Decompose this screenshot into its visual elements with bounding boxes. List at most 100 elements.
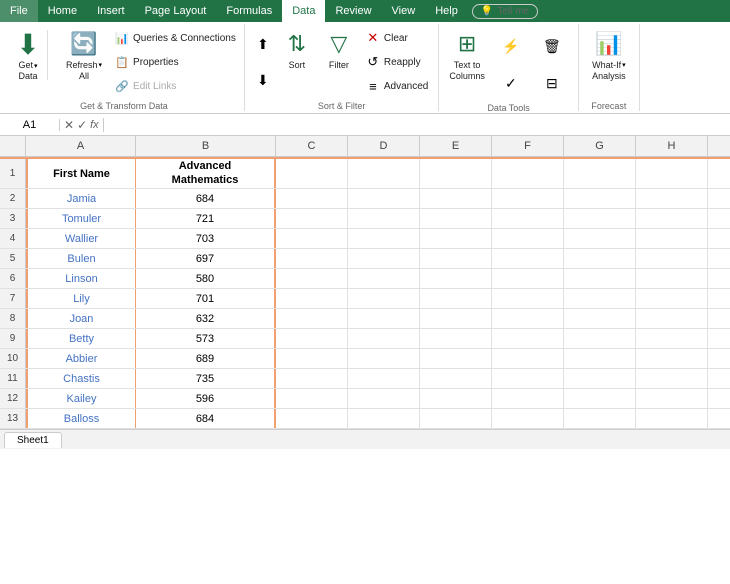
tell-me-box[interactable]: 💡 Tell me [472, 4, 538, 19]
cell-e[interactable] [420, 189, 492, 208]
cell-name[interactable]: Wallier [26, 229, 136, 248]
cell-1h[interactable] [636, 159, 708, 188]
cell-name[interactable]: Lily [26, 289, 136, 308]
get-data-button[interactable]: ⬇ Get ▾ Data [8, 26, 60, 84]
cell-e[interactable] [420, 269, 492, 288]
consolidate-button[interactable]: ⊟ [532, 65, 572, 101]
cell-name[interactable]: Chastis [26, 369, 136, 388]
data-validation-button[interactable]: ✓ [491, 65, 531, 101]
cell-d[interactable] [348, 329, 420, 348]
cell-h[interactable] [636, 189, 708, 208]
cell-g[interactable] [564, 189, 636, 208]
cell-e[interactable] [420, 369, 492, 388]
what-if-button[interactable]: 📊 What-If ▾ Analysis [585, 26, 633, 84]
cell-g[interactable] [564, 269, 636, 288]
flash-fill-button[interactable]: ⚡ [491, 28, 531, 64]
cell-d[interactable] [348, 309, 420, 328]
cell-g[interactable] [564, 409, 636, 428]
cell-e[interactable] [420, 409, 492, 428]
cell-score[interactable]: 721 [136, 209, 276, 228]
menu-review[interactable]: Review [325, 0, 381, 22]
cell-d[interactable] [348, 269, 420, 288]
col-header-a[interactable]: A [26, 136, 136, 156]
cell-g[interactable] [564, 229, 636, 248]
cell-e[interactable] [420, 389, 492, 408]
col-header-h[interactable]: H [636, 136, 708, 156]
cancel-formula-icon[interactable]: ✕ [64, 118, 74, 132]
cell-f[interactable] [492, 329, 564, 348]
cell-g[interactable] [564, 389, 636, 408]
cell-score[interactable]: 701 [136, 289, 276, 308]
menu-formulas[interactable]: Formulas [216, 0, 282, 22]
cell-g[interactable] [564, 289, 636, 308]
sort-za-button[interactable]: ⬇ [251, 71, 275, 89]
cell-f[interactable] [492, 389, 564, 408]
cell-f[interactable] [492, 209, 564, 228]
cell-h[interactable] [636, 389, 708, 408]
cell-1c[interactable] [276, 159, 348, 188]
advanced-button[interactable]: ≡ Advanced [361, 77, 432, 95]
cell-c[interactable] [276, 269, 348, 288]
cell-f[interactable] [492, 189, 564, 208]
cell-f[interactable] [492, 269, 564, 288]
cell-name[interactable]: Bulen [26, 249, 136, 268]
cell-score[interactable]: 684 [136, 189, 276, 208]
clear-button[interactable]: ✕ Clear [361, 29, 432, 47]
cell-1e[interactable] [420, 159, 492, 188]
cell-c[interactable] [276, 329, 348, 348]
cell-c[interactable] [276, 309, 348, 328]
cell-name[interactable]: Betty [26, 329, 136, 348]
col-header-e[interactable]: E [420, 136, 492, 156]
cell-1g[interactable] [564, 159, 636, 188]
cell-h[interactable] [636, 249, 708, 268]
menu-insert[interactable]: Insert [87, 0, 135, 22]
cell-h[interactable] [636, 229, 708, 248]
cell-e[interactable] [420, 229, 492, 248]
cell-score[interactable]: 573 [136, 329, 276, 348]
cell-e[interactable] [420, 249, 492, 268]
reapply-button[interactable]: ↺ Reapply [361, 53, 432, 71]
col-header-b[interactable]: B [136, 136, 276, 156]
cell-d[interactable] [348, 389, 420, 408]
cell-score[interactable]: 632 [136, 309, 276, 328]
menu-home[interactable]: Home [38, 0, 87, 22]
cell-f[interactable] [492, 229, 564, 248]
cell-d[interactable] [348, 229, 420, 248]
col-header-f[interactable]: F [492, 136, 564, 156]
cell-score[interactable]: 689 [136, 349, 276, 368]
menu-file[interactable]: File [0, 0, 38, 22]
cell-h[interactable] [636, 209, 708, 228]
cell-c[interactable] [276, 189, 348, 208]
cell-g[interactable] [564, 209, 636, 228]
filter-button[interactable]: ▽ Filter [319, 26, 359, 73]
cell-name[interactable]: Joan [26, 309, 136, 328]
cell-h[interactable] [636, 409, 708, 428]
edit-links-button[interactable]: 🔗 Edit Links [110, 77, 240, 95]
cell-g[interactable] [564, 309, 636, 328]
cell-1f[interactable] [492, 159, 564, 188]
cell-f[interactable] [492, 369, 564, 388]
cell-1d[interactable] [348, 159, 420, 188]
cell-c[interactable] [276, 349, 348, 368]
menu-help[interactable]: Help [425, 0, 468, 22]
cell-c[interactable] [276, 209, 348, 228]
text-to-columns-button[interactable]: ⊞ Text to Columns [445, 26, 489, 84]
cell-g[interactable] [564, 349, 636, 368]
cell-g[interactable] [564, 369, 636, 388]
cell-e[interactable] [420, 289, 492, 308]
header-first-name[interactable]: First Name [26, 159, 136, 188]
menu-page-layout[interactable]: Page Layout [135, 0, 217, 22]
cell-d[interactable] [348, 209, 420, 228]
cell-f[interactable] [492, 309, 564, 328]
menu-data[interactable]: Data [282, 0, 325, 22]
cell-h[interactable] [636, 309, 708, 328]
cell-d[interactable] [348, 369, 420, 388]
col-header-c[interactable]: C [276, 136, 348, 156]
sheet-tab-1[interactable]: Sheet1 [4, 432, 62, 448]
cell-score[interactable]: 580 [136, 269, 276, 288]
cell-c[interactable] [276, 229, 348, 248]
col-header-g[interactable]: G [564, 136, 636, 156]
cell-h[interactable] [636, 269, 708, 288]
properties-button[interactable]: 📋 Properties [110, 53, 240, 71]
name-box[interactable]: A1 [0, 119, 60, 131]
